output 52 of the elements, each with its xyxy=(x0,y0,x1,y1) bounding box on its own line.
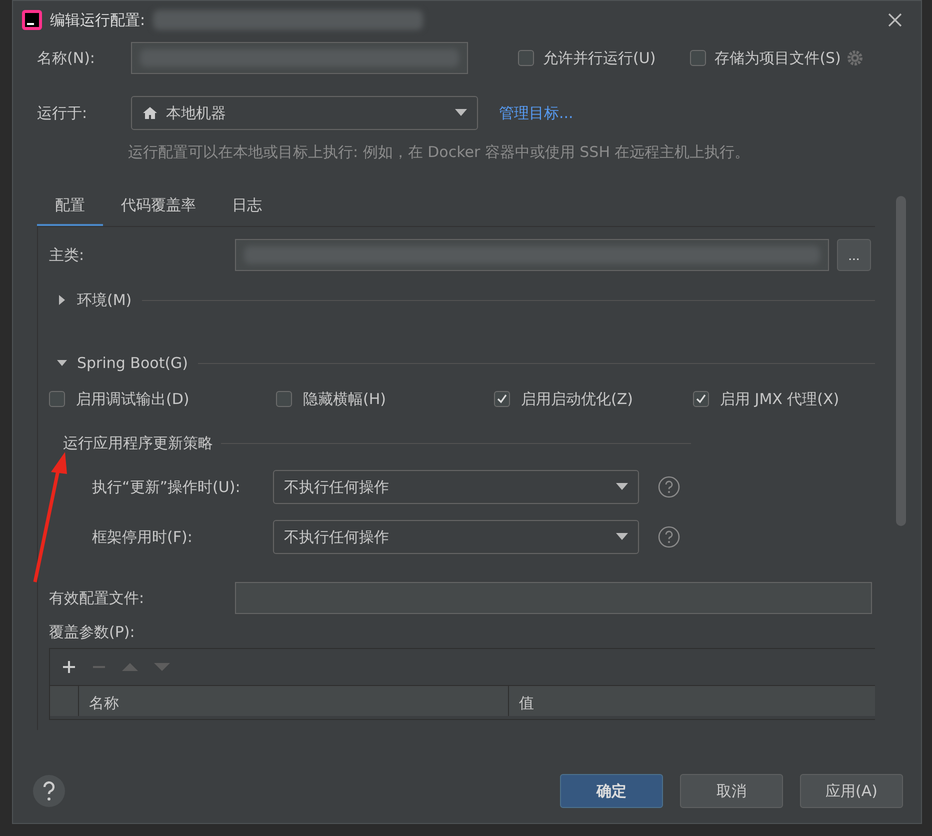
window-title: 编辑运行配置: xyxy=(50,10,146,30)
field-label: 有效配置文件: xyxy=(49,588,146,608)
scrollbar[interactable] xyxy=(896,196,906,526)
help-icon[interactable] xyxy=(32,774,66,808)
main-class-field[interactable] xyxy=(235,239,829,271)
add-icon[interactable] xyxy=(62,660,76,674)
app-icon xyxy=(22,10,42,30)
expand-icon[interactable] xyxy=(57,358,67,368)
tab[interactable]: 日志 xyxy=(214,190,280,227)
move-up-icon[interactable] xyxy=(122,662,138,672)
run-on-dropdown[interactable]: 本地机器 xyxy=(131,96,478,130)
move-down-icon[interactable] xyxy=(154,662,170,672)
section-title[interactable]: Spring Boot(G) xyxy=(77,354,188,372)
manage-targets-link[interactable]: 管理目标... xyxy=(499,104,574,122)
browse-button[interactable]: ... xyxy=(837,239,871,271)
field-label: 框架停用时(F): xyxy=(92,528,194,546)
settings-icon[interactable] xyxy=(846,49,864,67)
hint-text: 运行配置可以在本地或目标上执行: 例如，在 Docker 容器中或使用 SSH 在远程主机上执行。 xyxy=(127,143,751,162)
checkmark-icon xyxy=(496,393,508,405)
checkbox[interactable]: 存储为项目文件(S) xyxy=(690,48,841,68)
field-label: 执行“更新”操作时(U): xyxy=(92,478,242,496)
expand-icon[interactable] xyxy=(57,295,67,305)
caret-icon xyxy=(455,109,467,117)
home-icon xyxy=(142,105,158,121)
group-title: 运行应用程序更新策略 xyxy=(63,434,213,452)
section-title[interactable]: 环境(M) xyxy=(77,290,132,310)
caret-icon xyxy=(616,533,628,541)
dialog-button[interactable]: 确定 xyxy=(560,774,663,808)
caret-icon xyxy=(616,483,628,491)
tab[interactable]: 代码覆盖率 xyxy=(103,190,214,227)
column-header: 值 xyxy=(518,693,535,714)
column-header: 名称 xyxy=(79,686,509,716)
tab[interactable]: 配置 xyxy=(37,190,103,227)
field-label: 运行于: xyxy=(37,104,88,122)
help-icon[interactable] xyxy=(658,526,680,548)
checkbox[interactable]: 允许并行运行(U) xyxy=(518,48,656,68)
profiles-field[interactable] xyxy=(235,582,872,614)
field-label: 主类: xyxy=(49,246,86,264)
field-label: 覆盖参数(P): xyxy=(49,623,136,642)
field-label: 名称(N): xyxy=(37,48,96,68)
dialog-button[interactable]: 取消 xyxy=(680,774,783,808)
checkbox[interactable]: 隐藏横幅(H) xyxy=(276,387,494,411)
checkbox[interactable]: 启用 JMX 代理(X) xyxy=(693,387,840,411)
dropdown[interactable]: 不执行任何操作 xyxy=(273,470,639,504)
close-icon[interactable] xyxy=(887,12,903,28)
name-field[interactable] xyxy=(131,42,468,74)
checkbox[interactable]: 启用启动优化(Z) xyxy=(494,387,693,411)
dropdown[interactable]: 不执行任何操作 xyxy=(273,520,639,554)
checkbox[interactable]: 启用调试输出(D) xyxy=(49,387,276,411)
checkmark-icon xyxy=(695,393,707,405)
help-icon[interactable] xyxy=(658,476,680,498)
dialog-button[interactable]: 应用(A) xyxy=(800,774,903,808)
